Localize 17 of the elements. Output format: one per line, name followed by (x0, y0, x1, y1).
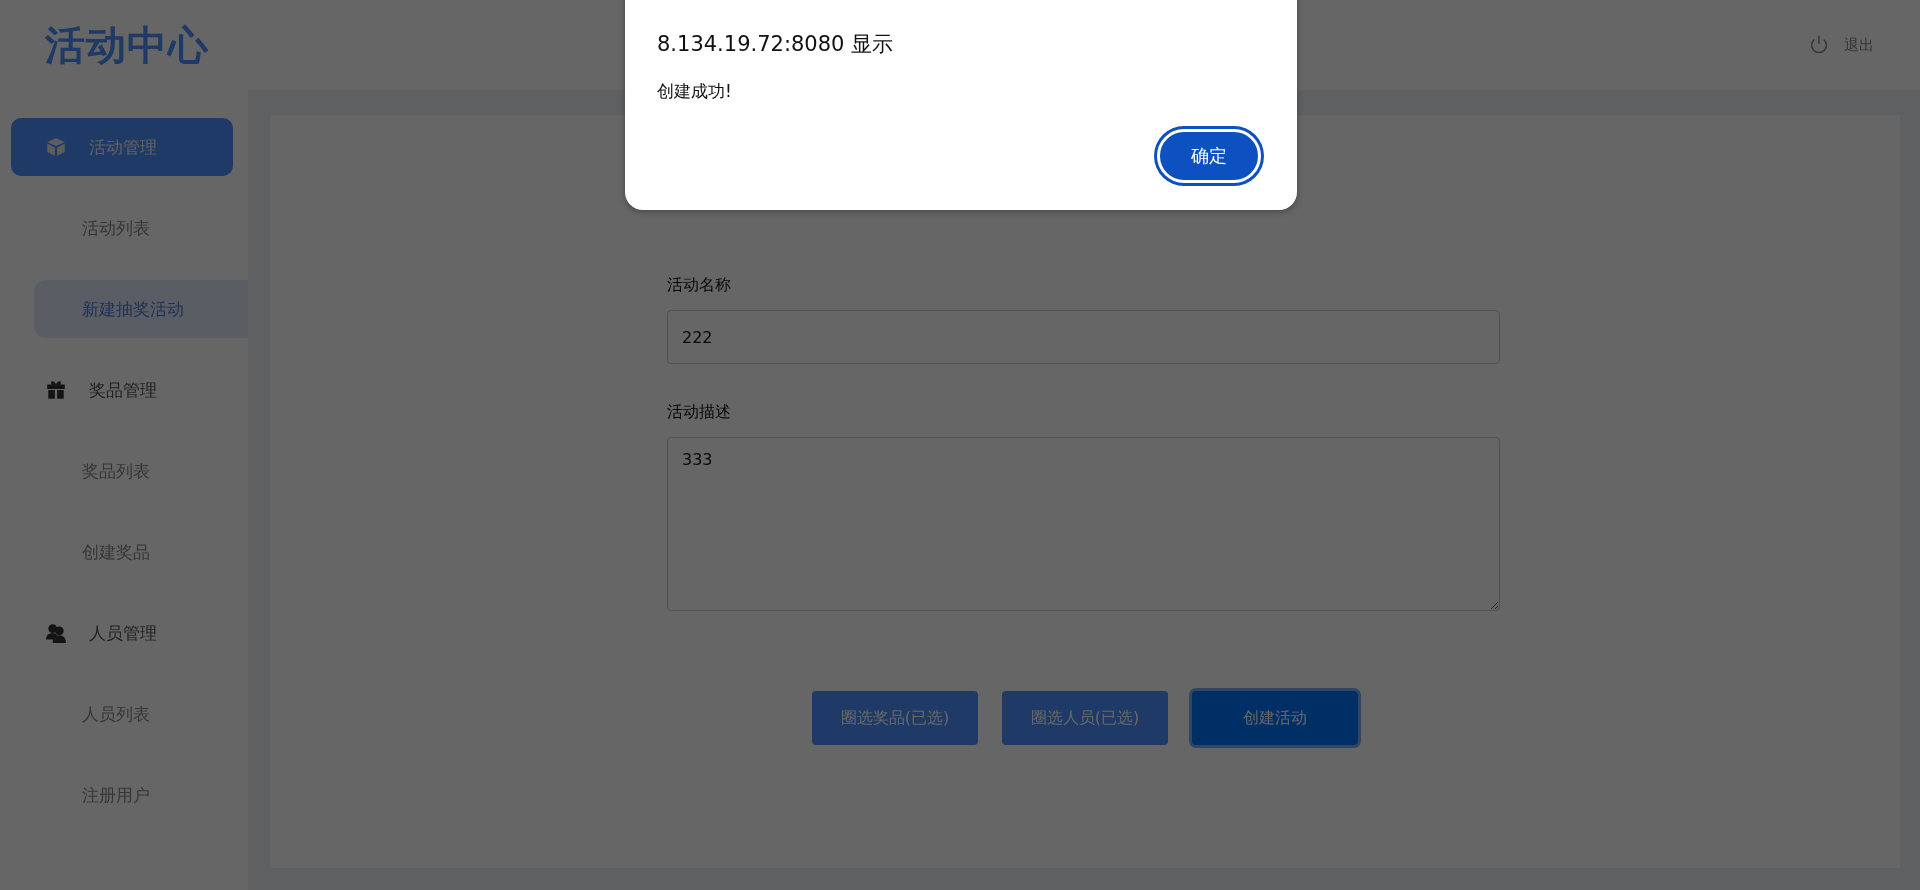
dialog-message: 创建成功! (657, 80, 733, 103)
ok-button[interactable]: 确定 (1157, 129, 1261, 183)
create-button[interactable]: 创建活动 (1192, 691, 1358, 745)
sidebar-item[interactable]: 新建抽奖活动 (34, 280, 248, 338)
field-label: 活动描述 (667, 402, 731, 423)
description-field[interactable]: 333 (667, 437, 1500, 611)
select-button[interactable]: 圈选人员(已选) (1002, 691, 1168, 745)
field-label: 活动名称 (667, 275, 731, 296)
dialog-title: 8.134.19.72:8080 显示 (657, 31, 895, 58)
sidebar-group[interactable]: 奖品管理 (11, 361, 233, 419)
select-button[interactable]: 圈选奖品(已选) (812, 691, 978, 745)
users-icon (45, 622, 67, 644)
sidebar-group[interactable]: 人员管理 (11, 604, 233, 662)
name-field[interactable]: 222 (667, 310, 1500, 364)
gift-icon (45, 379, 67, 401)
logo: 活动中心 (45, 20, 209, 70)
power-icon (1808, 34, 1830, 56)
